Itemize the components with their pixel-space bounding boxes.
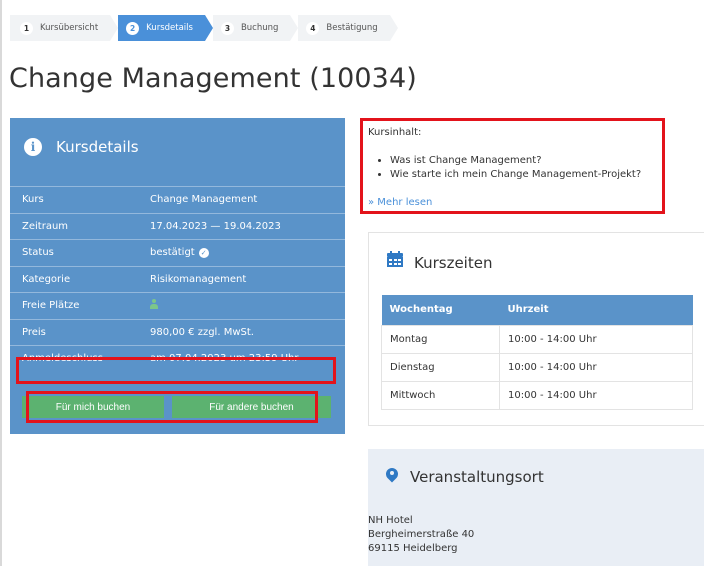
- row-value: 17.04.2023 — 19.04.2023: [150, 220, 281, 232]
- location-pin-icon: [386, 468, 398, 484]
- table-cell: 10:00 - 14:00 Uhr: [499, 380, 693, 410]
- column-header: Wochentag: [381, 295, 500, 325]
- step-number: 1: [20, 21, 33, 35]
- details-row-preis: Preis 980,00 € zzgl. MwSt.: [10, 318, 345, 346]
- table-row: Dienstag 10:00 - 14:00 Uhr: [381, 352, 693, 382]
- calendar-icon: [387, 251, 403, 267]
- table-cell: Dienstag: [381, 352, 500, 382]
- address-line: Bergheimerstraße 40: [368, 529, 475, 540]
- details-title: Kursdetails: [56, 138, 139, 156]
- table-cell: Mittwoch: [381, 380, 500, 410]
- step-number: 2: [126, 21, 140, 35]
- booking-stepper: 1 Kursübersicht 2 Kursdetails 3 Buchung …: [10, 15, 399, 41]
- details-row-freie-plaetze: Freie Plätze: [10, 292, 345, 319]
- table-cell: Montag: [381, 324, 500, 354]
- row-value: 980,00 € zzgl. MwSt.: [150, 326, 254, 338]
- course-times-card: Kurszeiten Wochentag Uhrzeit Montag 10:0…: [368, 232, 704, 426]
- venue-address: NH Hotel Bergheimerstraße 40 69115 Heide…: [368, 514, 474, 556]
- row-key: Zeitraum: [22, 220, 69, 232]
- table-row: Montag 10:00 - 14:00 Uhr: [381, 324, 693, 354]
- table-cell: 10:00 - 14:00 Uhr: [499, 324, 693, 354]
- details-table: Kurs Change Management Zeitraum 17.04.20…: [10, 186, 345, 372]
- row-key: Status: [22, 247, 54, 259]
- step-number: 3: [220, 21, 234, 35]
- row-value: Change Management: [150, 194, 258, 206]
- page-title: Change Management (10034): [9, 63, 417, 94]
- highlight-deadline: [16, 357, 336, 384]
- step-label: Kursdetails: [146, 23, 193, 33]
- step-buchung[interactable]: 3 Buchung: [212, 15, 299, 41]
- details-header: i Kursdetails: [24, 138, 139, 156]
- step-label: Buchung: [240, 23, 279, 33]
- status-text: bestätigt: [150, 247, 195, 259]
- details-row-zeitraum: Zeitraum 17.04.2023 — 19.04.2023: [10, 212, 345, 240]
- left-border: [0, 0, 2, 566]
- info-icon: i: [24, 138, 42, 156]
- details-row-kurs: Kurs Change Management: [10, 186, 345, 213]
- venue-card: Veranstaltungsort NH Hotel Bergheimerstr…: [368, 449, 704, 566]
- column-header: Uhrzeit: [499, 295, 693, 325]
- times-table: Wochentag Uhrzeit Montag 10:00 - 14:00 U…: [381, 295, 693, 410]
- step-kursdetails[interactable]: 2 Kursdetails: [118, 15, 213, 41]
- row-key: Kurs: [22, 194, 44, 206]
- table-row: Mittwoch 10:00 - 14:00 Uhr: [381, 380, 693, 410]
- table-header-row: Wochentag Uhrzeit: [381, 295, 693, 325]
- highlight-buttons: [26, 391, 318, 423]
- course-details-panel: i Kursdetails Kurs Change Management Zei…: [10, 118, 345, 434]
- step-bestaetigung[interactable]: 4 Bestätigung: [298, 15, 399, 41]
- details-row-status: Status bestätigt ✓: [10, 239, 345, 266]
- person-icon: [150, 299, 158, 310]
- step-kursuebersicht[interactable]: 1 Kursübersicht: [10, 15, 119, 41]
- row-key: Freie Plätze: [22, 300, 80, 312]
- row-key: Preis: [22, 326, 46, 338]
- table-cell: 10:00 - 14:00 Uhr: [499, 352, 693, 382]
- row-key: Kategorie: [22, 273, 71, 285]
- step-label: Bestätigung: [326, 23, 378, 33]
- step-label: Kursübersicht: [40, 23, 99, 33]
- highlight-content: [360, 118, 665, 214]
- times-title: Kurszeiten: [414, 254, 493, 272]
- row-value: Risikomanagement: [150, 273, 247, 285]
- address-line: 69115 Heidelberg: [368, 543, 458, 554]
- address-line: NH Hotel: [368, 515, 413, 526]
- row-value: bestätigt ✓: [150, 247, 209, 259]
- row-value: [150, 299, 158, 312]
- venue-title: Veranstaltungsort: [410, 468, 544, 486]
- details-row-kategorie: Kategorie Risikomanagement: [10, 265, 345, 293]
- check-icon: ✓: [198, 248, 209, 259]
- step-number: 4: [306, 21, 320, 35]
